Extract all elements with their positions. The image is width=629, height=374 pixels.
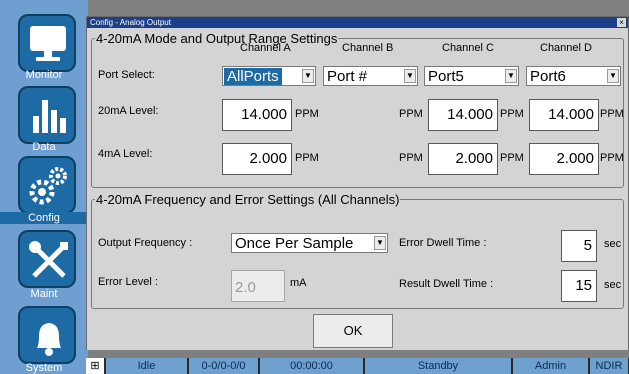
status-time: 00:00:00 xyxy=(260,358,364,374)
result-dwell-value: 15 xyxy=(575,277,592,294)
error-dwell-value: 5 xyxy=(583,237,592,254)
range-settings-group: 4-20mA Mode and Output Range Settings Ch… xyxy=(91,31,624,188)
channel-a-20ma-value: 14.000 xyxy=(241,106,287,123)
system-button[interactable] xyxy=(18,306,76,364)
channel-a-20ma-input[interactable]: 14.000 xyxy=(222,99,292,131)
gears-icon xyxy=(29,167,67,205)
status-bar: ⊞ Idle 0-0/0-0/0 00:00:00 Standby Admin … xyxy=(86,358,629,374)
output-frequency-label: Output Frequency : xyxy=(98,237,193,249)
status-mode: Standby xyxy=(365,358,512,374)
channel-b-port-select[interactable]: Port # ▼ xyxy=(323,66,418,86)
status-user: Admin xyxy=(513,358,589,374)
channel-d-header: Channel D xyxy=(540,42,592,54)
chevron-down-icon: ▼ xyxy=(302,69,314,83)
error-dwell-label: Error Dwell Time : xyxy=(399,237,487,249)
channel-c-port-value: Port5 xyxy=(428,68,464,85)
error-dwell-unit: sec xyxy=(604,238,622,250)
channel-d-4ma-input[interactable]: 2.000 xyxy=(529,143,599,175)
channel-c-20ma-value: 14.000 xyxy=(447,106,493,123)
channel-a-port-select[interactable]: AllPorts ▼ xyxy=(222,66,316,86)
channel-a-4ma-input[interactable]: 2.000 xyxy=(222,143,292,175)
frequency-error-group: 4-20mA Frequency and Error Settings (All… xyxy=(91,192,624,309)
unit-label: PPM xyxy=(600,108,624,120)
monitor-icon xyxy=(30,26,66,61)
bell-icon xyxy=(37,323,61,356)
channel-a-port-value: AllPorts xyxy=(224,68,282,85)
output-frequency-select[interactable]: Once Per Sample ▼ xyxy=(231,233,388,253)
unit-label: PPM xyxy=(500,152,524,164)
channel-d-port-value: Port6 xyxy=(530,68,566,85)
unit-label: PPM xyxy=(399,108,423,120)
channel-c-port-select[interactable]: Port5 ▼ xyxy=(424,66,519,86)
result-dwell-label: Result Dwell Time : xyxy=(399,278,494,290)
channel-a-header: Channel A xyxy=(240,42,291,54)
nav-label-system: System xyxy=(25,362,63,374)
nav-label-data: Data xyxy=(32,141,56,153)
network-icon[interactable]: ⊞ xyxy=(86,358,104,374)
chevron-down-icon: ▼ xyxy=(404,69,416,83)
error-level-input[interactable]: 2.0 xyxy=(231,270,285,302)
status-sensor: NDIR xyxy=(590,358,629,374)
level4-label: 4mA Level: xyxy=(98,148,153,160)
error-level-label: Error Level : xyxy=(98,276,158,288)
error-level-unit: mA xyxy=(290,277,307,289)
channel-c-4ma-input[interactable]: 2.000 xyxy=(428,143,498,175)
chevron-down-icon: ▼ xyxy=(374,236,386,250)
channel-d-20ma-input[interactable]: 14.000 xyxy=(529,99,599,131)
channel-b-port-value: Port # xyxy=(327,68,368,85)
nav-label-monitor: Monitor xyxy=(25,69,63,81)
config-button[interactable] xyxy=(18,156,76,214)
wrench-screwdriver-icon xyxy=(29,241,68,278)
ok-button[interactable]: OK xyxy=(313,314,393,348)
status-state: Idle xyxy=(106,358,188,374)
unit-label: PPM xyxy=(500,108,524,120)
frequency-error-legend: 4-20mA Frequency and Error Settings (All… xyxy=(95,192,401,207)
unit-label: PPM xyxy=(399,152,423,164)
unit-label: PPM xyxy=(295,108,319,120)
error-dwell-input[interactable]: 5 xyxy=(561,230,597,262)
status-counter: 0-0/0-0/0 xyxy=(189,358,259,374)
output-frequency-value: Once Per Sample xyxy=(235,235,354,252)
result-dwell-unit: sec xyxy=(604,279,622,291)
chevron-down-icon: ▼ xyxy=(607,69,619,83)
channel-c-20ma-input[interactable]: 14.000 xyxy=(428,99,498,131)
error-level-value: 2.0 xyxy=(235,279,256,296)
unit-label: PPM xyxy=(600,152,624,164)
monitor-button[interactable] xyxy=(18,14,76,72)
channel-a-4ma-value: 2.000 xyxy=(249,150,287,167)
maint-button[interactable] xyxy=(18,230,76,288)
config-analog-output-dialog: Config - Analog Output × 4-20mA Mode and… xyxy=(86,16,629,350)
channel-b-header: Channel B xyxy=(342,42,394,54)
close-button[interactable]: × xyxy=(617,18,626,27)
channel-d-port-select[interactable]: Port6 ▼ xyxy=(526,66,621,86)
bar-chart-icon xyxy=(33,100,66,133)
port-select-label: Port Select: xyxy=(98,69,155,81)
dialog-title: Config - Analog Output xyxy=(87,17,628,28)
result-dwell-input[interactable]: 15 xyxy=(561,270,597,302)
channel-d-20ma-value: 14.000 xyxy=(548,106,594,123)
chevron-down-icon: ▼ xyxy=(505,69,517,83)
nav-label-maint: Maint xyxy=(30,288,58,300)
channel-c-4ma-value: 2.000 xyxy=(455,150,493,167)
left-nav: Monitor Data Config Maint System xyxy=(0,0,88,374)
dialog-content: 4-20mA Mode and Output Range Settings Ch… xyxy=(87,28,628,350)
channel-d-4ma-value: 2.000 xyxy=(556,150,594,167)
channel-c-header: Channel C xyxy=(442,42,494,54)
data-button[interactable] xyxy=(18,86,76,144)
unit-label: PPM xyxy=(295,152,319,164)
nav-label-config: Config xyxy=(0,212,88,224)
range-settings-legend: 4-20mA Mode and Output Range Settings xyxy=(95,31,339,46)
level20-label: 20mA Level: xyxy=(98,105,159,117)
